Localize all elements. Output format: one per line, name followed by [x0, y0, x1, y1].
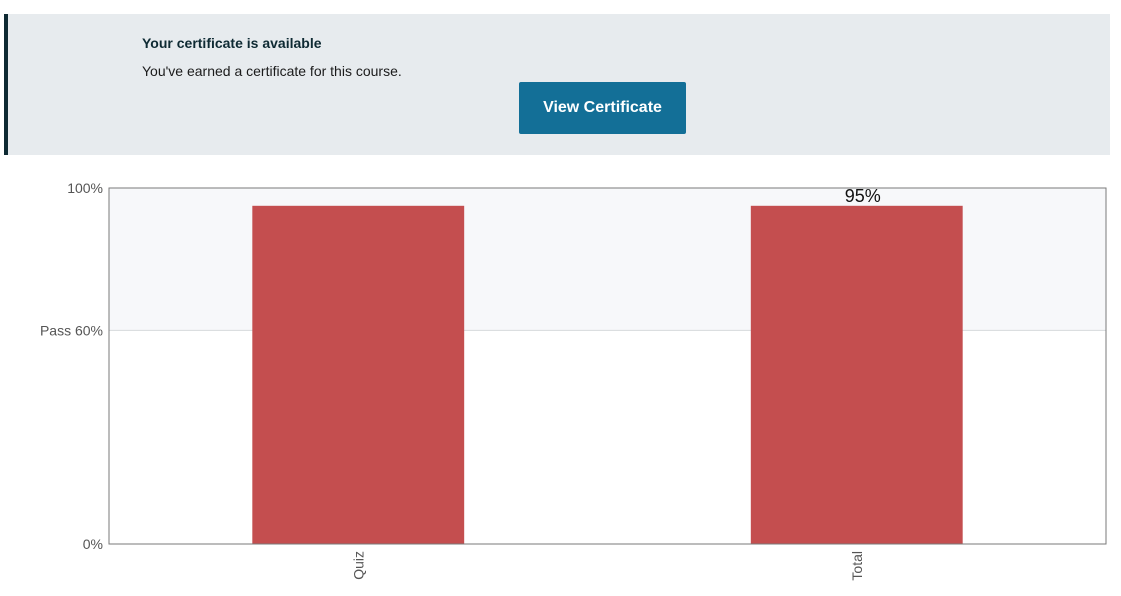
y-tick-label: Pass 60%: [40, 322, 103, 338]
data-label-total: 95%: [845, 186, 881, 206]
bar-quiz: [252, 205, 465, 545]
y-tick-label: 0%: [83, 536, 103, 552]
x-tick-label-quiz: Quiz: [350, 551, 366, 580]
bar-total: [750, 205, 963, 545]
y-tick-label: 100%: [67, 180, 103, 196]
score-chart: Quiz Total 95% 100% Pass 60% 0%: [40, 180, 1107, 581]
x-tick-label-total: Total: [849, 551, 865, 581]
